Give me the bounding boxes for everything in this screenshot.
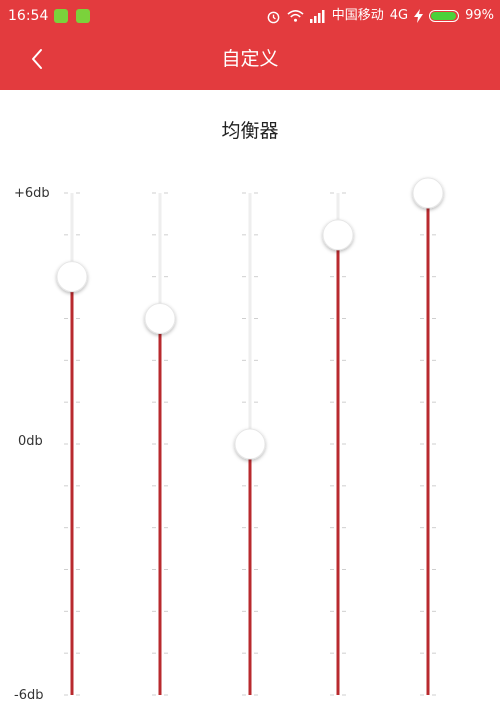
eq-band-knob[interactable] [56, 261, 88, 293]
eq-band-knob[interactable] [322, 219, 354, 251]
eq-band-slider[interactable] [144, 192, 176, 696]
eq-band-slider[interactable] [56, 192, 88, 696]
eq-band-knob[interactable] [412, 177, 444, 209]
eq-band-knob[interactable] [144, 303, 176, 334]
eq-band-slider[interactable] [322, 192, 354, 696]
eq-band-slider[interactable] [412, 177, 444, 696]
eq-band-knob[interactable] [234, 428, 266, 460]
equalizer-chart [56, 177, 444, 696]
eq-band-slider[interactable] [234, 192, 266, 696]
